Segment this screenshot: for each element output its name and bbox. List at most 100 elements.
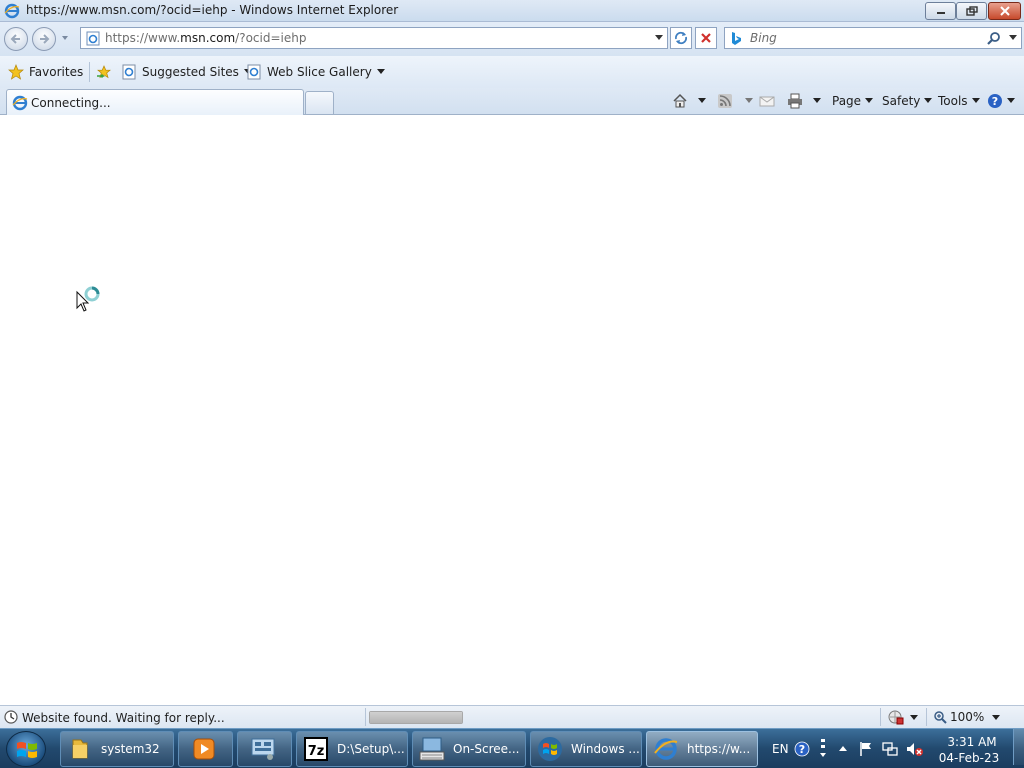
taskbar-label: system32: [101, 742, 160, 756]
page-menu[interactable]: Page: [832, 92, 874, 110]
web-slice-gallery-label: Web Slice Gallery: [267, 65, 372, 79]
language-bar-options-icon[interactable]: [818, 737, 828, 761]
favorites-label: Favorites: [29, 65, 84, 79]
rss-feed-icon: [718, 94, 732, 108]
forward-button[interactable]: [32, 27, 56, 51]
ie-page-icon: [122, 64, 136, 80]
minimize-button[interactable]: [925, 2, 956, 20]
taskbar-item-system32[interactable]: system32: [60, 731, 174, 767]
search-placeholder: Bing: [750, 31, 777, 45]
title-bar: https://www.msn.com/?ocid=iehp - Windows…: [0, 0, 1024, 22]
zoom-control[interactable]: 100%: [934, 710, 984, 724]
web-slice-gallery-link[interactable]: Web Slice Gallery: [246, 63, 385, 81]
home-button[interactable]: [672, 92, 706, 110]
feeds-button[interactable]: [717, 92, 753, 110]
svg-text:?: ?: [992, 95, 998, 108]
favorites-bar: Favorites Suggested Sites Web Slice Gall…: [0, 56, 1024, 88]
add-to-favorites-bar-button[interactable]: [96, 63, 112, 81]
chevron-down-icon[interactable]: [910, 715, 918, 721]
chevron-down-icon[interactable]: [992, 715, 1000, 721]
taskbar-label: D:\Setup\...: [337, 742, 405, 756]
read-mail-button[interactable]: [759, 92, 775, 110]
favorites-star-icon: [8, 64, 24, 80]
start-button[interactable]: [6, 731, 46, 767]
new-tab-button[interactable]: [305, 91, 334, 114]
taskbar-item-windows[interactable]: Windows ...: [530, 731, 642, 767]
address-url[interactable]: https://www.msn.com/?ocid=iehp: [105, 31, 306, 45]
address-dropdown-icon[interactable]: [655, 35, 663, 41]
taskbar: system32 7z D:\Setup\... On-Scree... Win…: [0, 728, 1024, 768]
tools-menu-label: Tools: [938, 94, 968, 108]
protected-mode-icon[interactable]: [886, 709, 904, 725]
chevron-down-icon: [865, 98, 874, 103]
keyboard-icon: [419, 737, 445, 761]
chevron-down-icon[interactable]: [813, 98, 821, 104]
stop-x-icon: [701, 33, 711, 43]
chevron-down-icon[interactable]: [698, 98, 706, 104]
status-message: Website found. Waiting for reply...: [22, 711, 225, 725]
close-button[interactable]: [988, 2, 1021, 20]
internet-explorer-icon: [4, 3, 20, 19]
tools-menu[interactable]: Tools: [938, 92, 980, 110]
back-arrow-icon: [10, 34, 20, 44]
search-box[interactable]: Bing: [724, 27, 1022, 49]
restore-button[interactable]: [956, 2, 987, 20]
show-desktop-button[interactable]: [1013, 729, 1024, 765]
taskbar-item-internet-explorer[interactable]: https://w...: [646, 731, 758, 767]
mail-icon: [759, 96, 775, 107]
search-options-dropdown-icon[interactable]: [1009, 35, 1017, 41]
help-icon[interactable]: ?: [794, 741, 810, 757]
compatibility-view-icon: [674, 31, 688, 45]
svg-text:?: ?: [799, 743, 805, 756]
suggested-sites-link[interactable]: Suggested Sites: [121, 63, 252, 81]
language-indicator[interactable]: EN: [772, 742, 789, 756]
chevron-down-icon: [971, 98, 980, 103]
taskbar-item-control-panel[interactable]: [237, 731, 292, 767]
forward-arrow-icon: [40, 34, 50, 44]
internet-explorer-icon: [654, 738, 678, 760]
taskbar-item-on-screen-keyboard[interactable]: On-Scree...: [412, 731, 526, 767]
printer-icon: [788, 93, 802, 109]
media-player-icon: [193, 738, 215, 760]
status-bar: Website found. Waiting for reply... 100%: [0, 705, 1024, 728]
taskbar-label: Windows ...: [571, 742, 640, 756]
separator: [926, 708, 927, 726]
svg-text:7z: 7z: [308, 744, 325, 759]
clock-time[interactable]: 3:31 AM: [942, 735, 1002, 749]
back-button[interactable]: [4, 27, 28, 51]
minimize-icon: [936, 12, 945, 14]
clock-date[interactable]: 04-Feb-23: [936, 751, 1002, 765]
separator: [89, 62, 90, 82]
zoom-level: 100%: [950, 710, 985, 724]
internet-explorer-icon: [12, 95, 28, 111]
taskbar-item-7zip[interactable]: 7z D:\Setup\...: [296, 731, 408, 767]
tab-active[interactable]: Connecting...: [6, 89, 304, 115]
address-bar[interactable]: https://www.msn.com/?ocid=iehp: [80, 27, 668, 49]
print-button[interactable]: [787, 92, 821, 110]
taskbar-label: https://w...: [687, 742, 751, 756]
action-center-flag-icon[interactable]: [858, 741, 874, 757]
safety-menu[interactable]: Safety: [882, 92, 933, 110]
bing-icon: [732, 32, 741, 45]
recent-pages-dropdown-icon[interactable]: [61, 34, 69, 42]
page-content[interactable]: [0, 115, 1024, 705]
tab-row: Connecting... Page Safety Tools ?: [0, 88, 1024, 115]
help-menu[interactable]: ?: [987, 92, 1015, 110]
stop-button[interactable]: [695, 27, 717, 49]
close-icon: [999, 6, 1010, 16]
search-icon[interactable]: [987, 31, 1001, 45]
chevron-down-icon[interactable]: [745, 98, 753, 104]
ie-page-icon: [247, 64, 261, 80]
separator: [365, 708, 366, 726]
navigation-bar: https://www.msn.com/?ocid=iehp Bing: [0, 22, 1024, 56]
restore-icon: [965, 6, 978, 16]
favorites-button[interactable]: Favorites: [8, 63, 83, 81]
network-icon[interactable]: [882, 741, 898, 757]
windows-logo-icon: [538, 737, 562, 761]
volume-muted-icon[interactable]: [906, 741, 924, 757]
loading-clock-icon: [4, 710, 18, 724]
taskbar-item-media-player[interactable]: [178, 731, 233, 767]
show-hidden-icons-icon[interactable]: [838, 744, 848, 752]
compatibility-view-button[interactable]: [670, 27, 692, 49]
page-menu-label: Page: [832, 94, 862, 108]
